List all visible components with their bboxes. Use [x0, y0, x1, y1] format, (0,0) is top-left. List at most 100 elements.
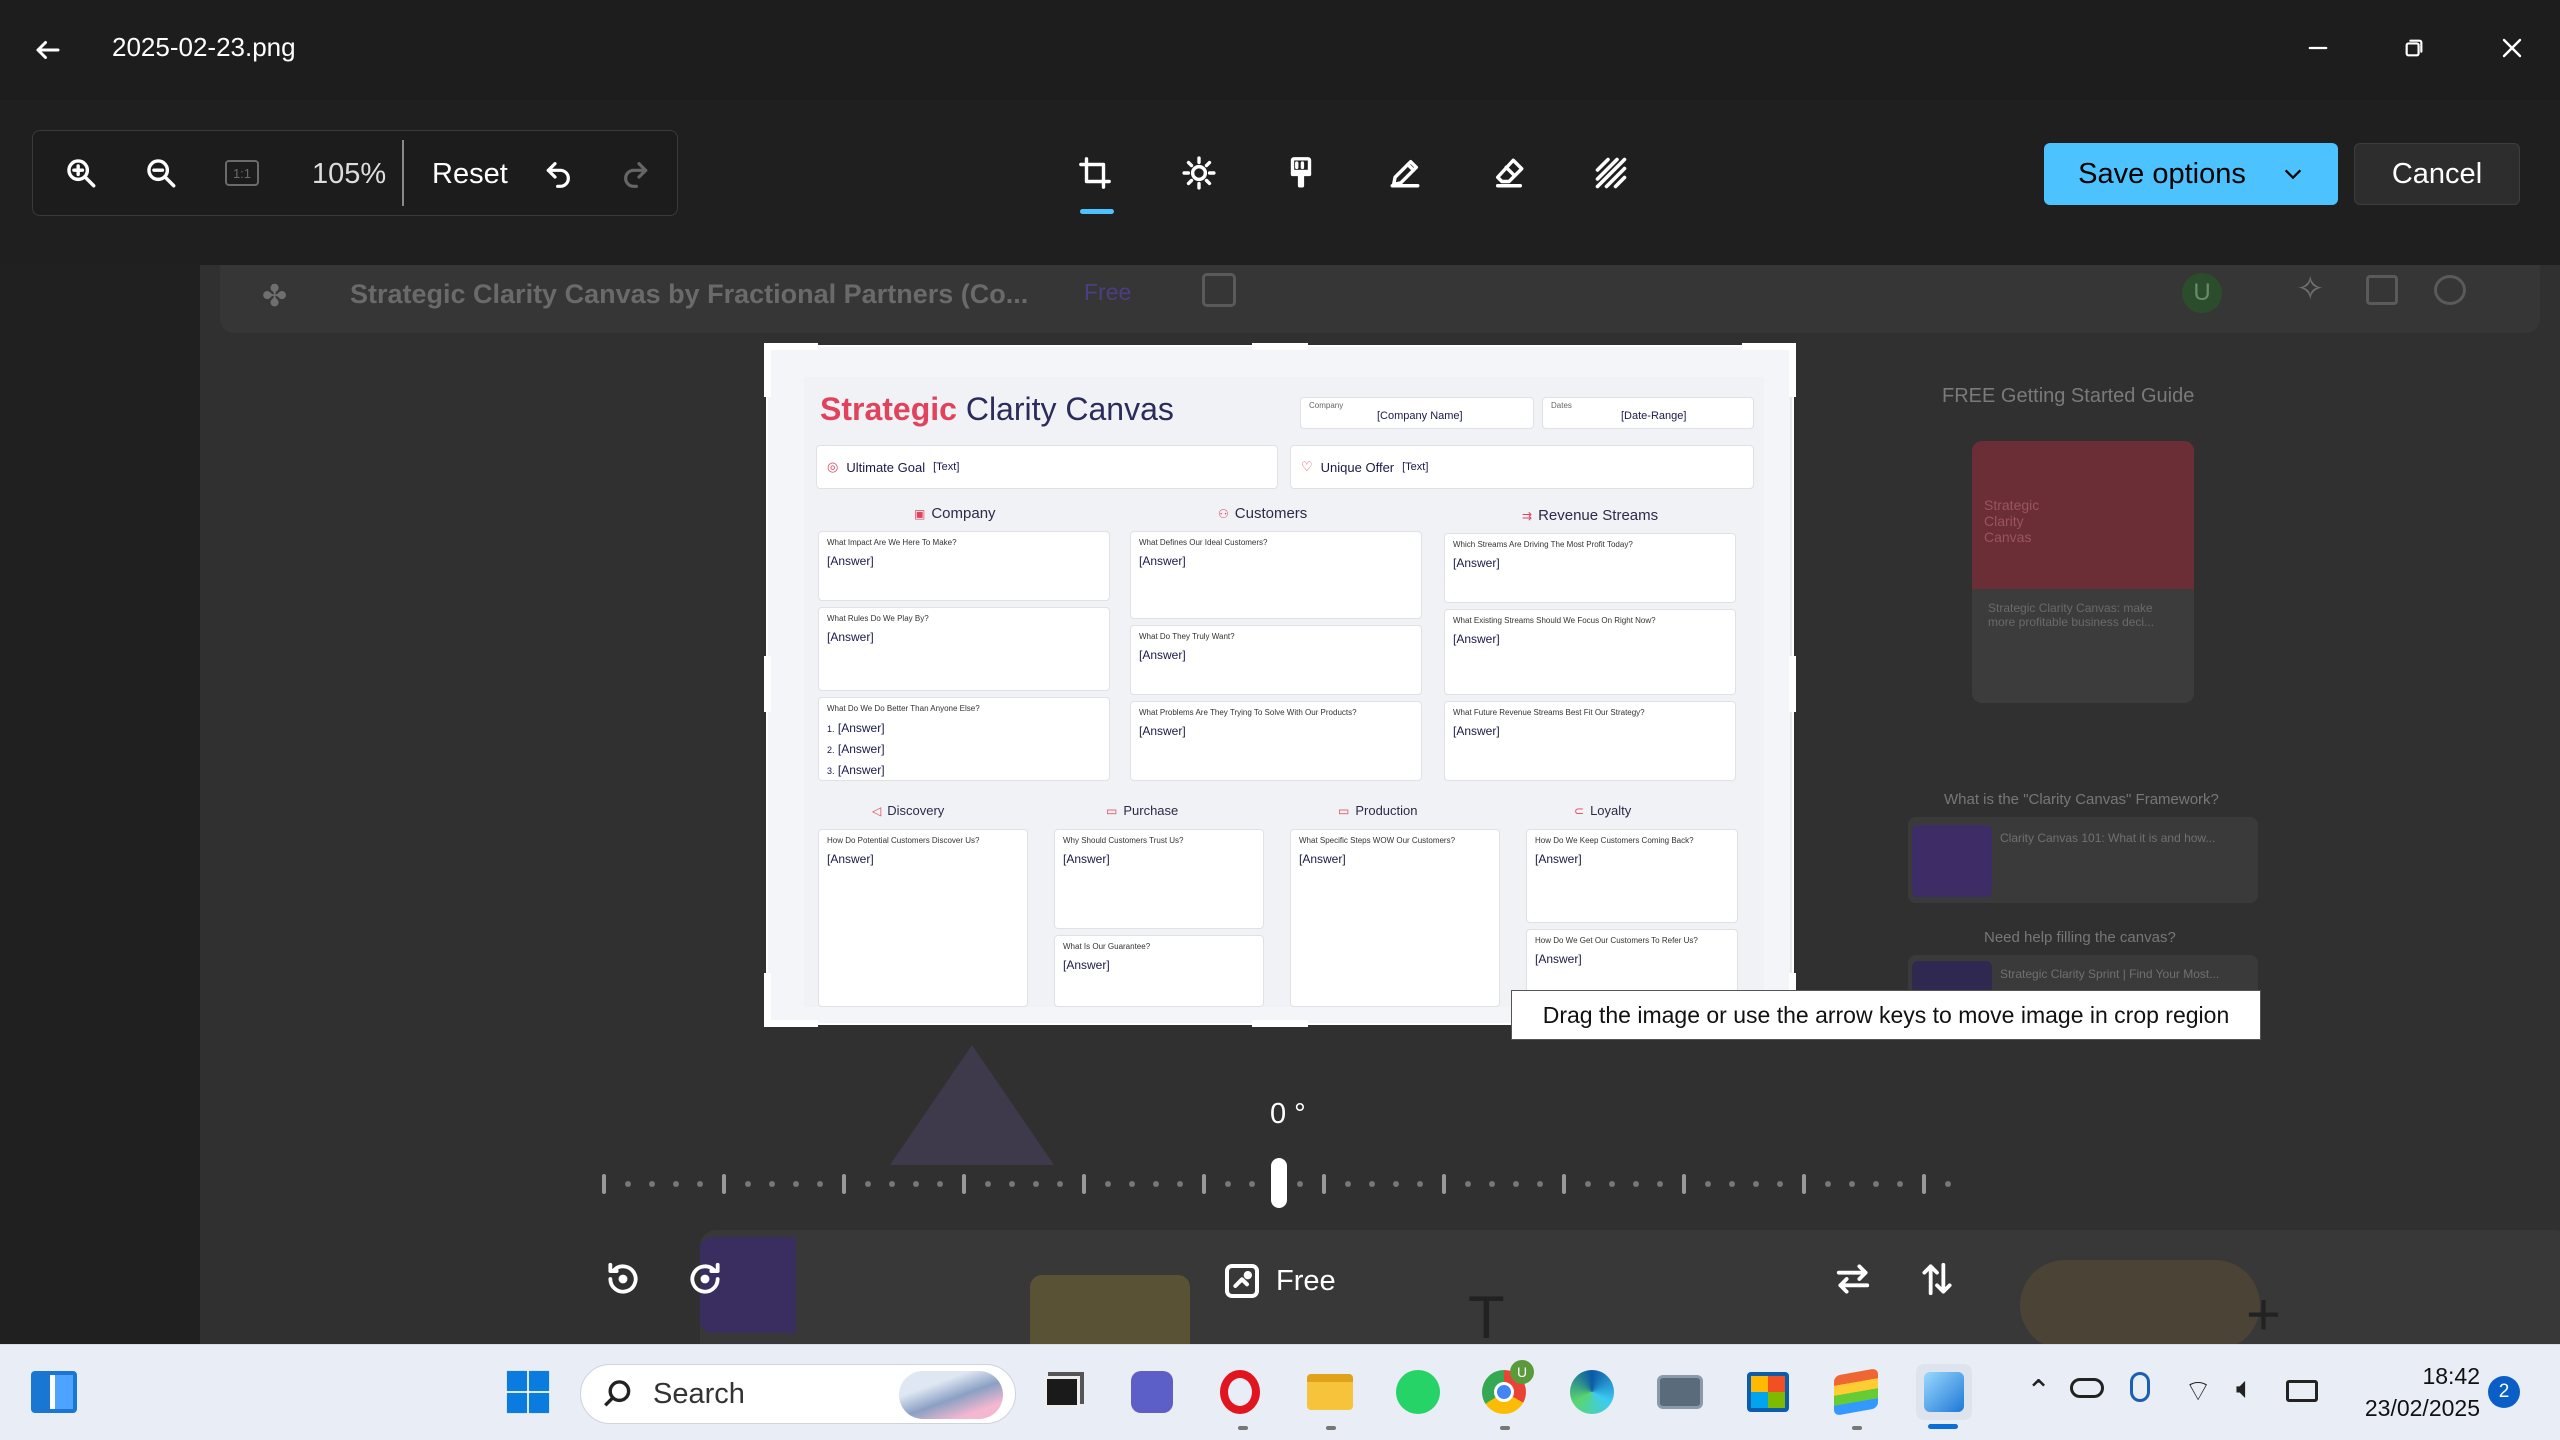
bg-file-title: Strategic Clarity Canvas by Fractional P… — [350, 279, 1029, 309]
save-options-button[interactable]: Save options — [2044, 143, 2338, 205]
slider-tick — [962, 1174, 966, 1194]
crop-handle-top-right[interactable] — [1789, 343, 1796, 397]
slider-dot — [1105, 1181, 1111, 1187]
flip-vertical-button[interactable] — [1912, 1254, 1962, 1304]
zoom-in-icon — [67, 159, 96, 188]
volume-icon[interactable]: 🔈︎ — [2236, 1372, 2254, 1406]
taskbar-app-chrome[interactable]: U — [1476, 1360, 1534, 1420]
crop-handle-bottom-left[interactable] — [764, 973, 771, 1027]
slider-tick — [1082, 1174, 1086, 1194]
zoom-in-button[interactable] — [58, 150, 104, 196]
bg-help-item: Strategic Clarity Sprint | Find Your Mos… — [2000, 967, 2220, 981]
back-button[interactable] — [24, 28, 72, 72]
restore-button[interactable] — [2386, 24, 2442, 72]
taskbar-app-teams[interactable] — [1124, 1364, 1180, 1420]
tray-overflow-icon[interactable]: ⌃ — [2026, 1374, 2051, 1409]
taskbar-app-bluestacks[interactable] — [1828, 1364, 1884, 1420]
battery-icon[interactable] — [2286, 1380, 2318, 1402]
crop-handle-left[interactable] — [764, 656, 771, 712]
slider-tick — [1802, 1174, 1806, 1194]
erase-tool-button[interactable] — [1484, 148, 1534, 198]
clock[interactable]: 18:42 23/02/2025 — [2346, 1360, 2480, 1424]
crop-handle-bottom[interactable] — [1252, 1020, 1308, 1027]
slider-dot — [1153, 1181, 1159, 1187]
aspect-ratio-button[interactable]: Free — [1222, 1256, 1336, 1306]
notification-badge[interactable]: 2 — [2488, 1376, 2520, 1408]
slider-dot — [697, 1181, 703, 1187]
chevron-down-icon — [2284, 169, 2301, 180]
bg-triangle-shape — [890, 1045, 1054, 1165]
slider-dot — [1777, 1181, 1783, 1187]
taskbar-app-edge[interactable] — [1564, 1364, 1620, 1420]
crop-tool-button[interactable] — [1070, 148, 1120, 198]
slider-dot — [1177, 1181, 1183, 1187]
microphone-icon[interactable] — [2130, 1372, 2150, 1402]
crop-region[interactable] — [766, 345, 1794, 1025]
wifi-icon[interactable]: ⌔ — [2184, 1372, 2212, 1410]
taskbar-app-opera[interactable] — [1212, 1364, 1268, 1420]
crop-handle-right[interactable] — [1789, 656, 1796, 712]
onedrive-icon[interactable] — [2070, 1378, 2104, 1398]
crop-handle-top-right[interactable] — [1742, 343, 1796, 350]
start-button[interactable] — [498, 1364, 558, 1420]
slider-dot — [1033, 1181, 1039, 1187]
background-tool-button[interactable] — [1586, 148, 1636, 198]
filter-tool-button[interactable] — [1276, 148, 1326, 198]
close-button[interactable] — [2484, 24, 2540, 72]
slider-dot — [985, 1181, 991, 1187]
windows-logo-icon — [506, 1370, 550, 1414]
actual-size-button[interactable]: 1:1 — [222, 154, 262, 192]
rotate-left-button[interactable] — [598, 1254, 648, 1304]
zoom-level[interactable]: 105% — [312, 158, 386, 191]
chrome-profile-badge: U — [1510, 1360, 1534, 1384]
rotation-value: 0 ° — [1270, 1098, 1306, 1130]
slider-dot — [1345, 1181, 1351, 1187]
slider-dot — [1657, 1181, 1663, 1187]
taskbar-app-task-view[interactable] — [1034, 1364, 1090, 1420]
taskbar-app-file-explorer[interactable] — [1302, 1364, 1358, 1420]
redo-button[interactable] — [612, 150, 658, 196]
crop-handle-top[interactable] — [1252, 343, 1308, 350]
rotate-right-icon — [690, 1262, 720, 1294]
slider-tick — [1322, 1174, 1326, 1194]
widgets-icon — [31, 1371, 77, 1413]
bg-framework-item: Clarity Canvas 101: What it is and how..… — [2000, 831, 2216, 845]
taskbar-app-store[interactable] — [1740, 1364, 1796, 1420]
reset-button[interactable]: Reset — [432, 158, 508, 191]
running-indicator — [1238, 1426, 1248, 1430]
minimize-button[interactable] — [2290, 24, 2346, 72]
bg-help-title: Need help filling the canvas? — [1984, 929, 2176, 946]
undo-button[interactable] — [536, 150, 582, 196]
slider-dot — [793, 1181, 799, 1187]
paint-brush-icon — [1290, 157, 1312, 188]
crop-icon — [1079, 157, 1111, 189]
taskbar-app-whatsapp[interactable] — [1390, 1364, 1446, 1420]
crop-handle-top-left[interactable] — [764, 343, 818, 350]
slider-tick — [1922, 1174, 1926, 1194]
running-indicator — [1500, 1426, 1510, 1430]
flip-horizontal-button[interactable] — [1828, 1254, 1878, 1304]
rotation-slider-thumb[interactable] — [1271, 1158, 1287, 1208]
back-arrow-icon — [36, 41, 60, 59]
taskbar-search[interactable]: Search — [580, 1364, 1016, 1424]
zoom-out-button[interactable] — [138, 150, 184, 196]
search-placeholder: Search — [653, 1377, 745, 1410]
aspect-ratio-icon — [1225, 1264, 1259, 1298]
markup-tool-button[interactable] — [1380, 148, 1430, 198]
adjust-tool-button[interactable] — [1174, 148, 1224, 198]
slider-tick — [1562, 1174, 1566, 1194]
bg-text-tool-icon: T — [1468, 1284, 1505, 1345]
edge-icon — [1570, 1370, 1614, 1414]
crop-tooltip: Drag the image or use the arrow keys to … — [1511, 990, 2261, 1040]
crop-handle-bottom-left[interactable] — [764, 1020, 818, 1027]
rotate-right-button[interactable] — [680, 1254, 730, 1304]
taskbar — [0, 1344, 2560, 1440]
crop-handle-top-left[interactable] — [764, 343, 771, 397]
slider-dot — [769, 1181, 775, 1187]
taskbar-app-camera[interactable] — [1652, 1364, 1708, 1420]
taskbar-app-photos[interactable] — [1916, 1364, 1972, 1420]
widgets-button[interactable] — [24, 1364, 84, 1420]
slider-tick — [602, 1174, 606, 1194]
slider-dot — [649, 1181, 655, 1187]
cancel-button[interactable]: Cancel — [2354, 143, 2520, 205]
